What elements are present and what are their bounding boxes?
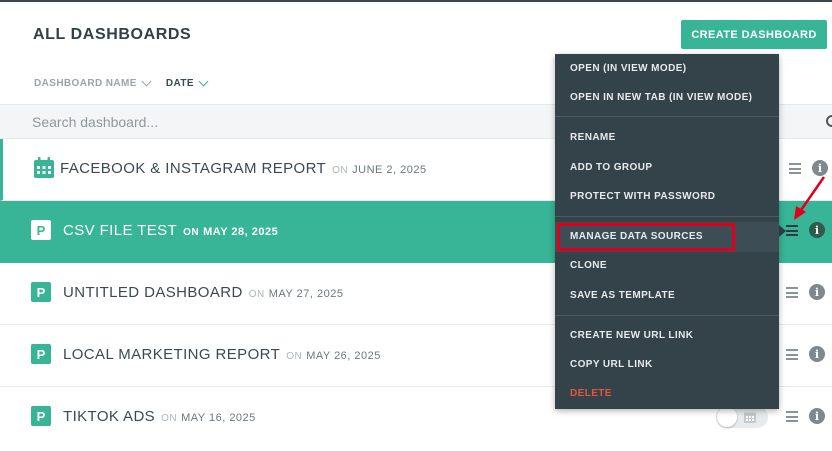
dashboard-title[interactable]: CSV FILE TEST ON MAY 28, 2025 [63, 222, 278, 239]
hamburger-menu-icon[interactable] [786, 225, 798, 236]
chevron-down-icon [141, 76, 152, 86]
hamburger-menu-icon[interactable] [786, 411, 798, 422]
dashboard-name: CSV FILE TEST [63, 222, 178, 239]
menu-item-save-template[interactable]: SAVE AS TEMPLATE [570, 290, 675, 301]
menu-item-open-new-tab[interactable]: OPEN IN NEW TAB (IN VIEW MODE) [570, 92, 752, 103]
sort-by-name[interactable]: DASHBOARD NAME [34, 76, 152, 89]
dashboard-date: MAY 27, 2025 [268, 288, 344, 300]
chevron-down-icon [198, 76, 209, 86]
menu-item-create-url-link[interactable]: CREATE NEW URL LINK [570, 330, 693, 341]
sort-by-name-label: DASHBOARD NAME [34, 77, 137, 89]
dashboard-title[interactable]: UNTITLED DASHBOARD ON MAY 27, 2025 [63, 284, 343, 301]
search-icon[interactable] [826, 115, 832, 127]
menu-item-protect-password[interactable]: PROTECT WITH PASSWORD [570, 191, 715, 202]
dashboard-name: UNTITLED DASHBOARD [63, 284, 243, 301]
on-label: ON [286, 351, 303, 362]
dashboard-p-icon: P [31, 282, 51, 302]
create-dashboard-button[interactable]: CREATE DASHBOARD [681, 20, 827, 49]
dashboard-date: MAY 28, 2025 [203, 226, 279, 238]
schedule-toggle[interactable] [716, 406, 768, 428]
hamburger-menu-icon[interactable] [786, 287, 798, 298]
annotation-highlight-box [557, 223, 735, 251]
dashboard-name: FACEBOOK & INSTAGRAM REPORT [60, 160, 327, 177]
dashboard-title[interactable]: FACEBOOK & INSTAGRAM REPORT ON JUNE 2, 202… [60, 160, 427, 177]
menu-divider [555, 116, 779, 117]
calendar-icon [34, 157, 54, 178]
dashboard-p-icon: P [31, 220, 51, 240]
info-icon[interactable]: i [809, 284, 825, 300]
on-label: ON [161, 413, 178, 424]
page-title: ALL DASHBOARDS [33, 26, 192, 43]
on-label: ON [332, 165, 349, 176]
dashboard-title[interactable]: LOCAL MARKETING REPORT ON MAY 26, 2025 [63, 346, 381, 363]
top-border [0, 0, 832, 2]
menu-item-open-view[interactable]: OPEN (IN VIEW MODE) [570, 63, 687, 74]
info-icon[interactable]: i [812, 160, 828, 176]
dashboard-p-icon: P [31, 344, 51, 364]
dashboard-title[interactable]: TIKTOK ADS ON MAY 16, 2025 [63, 408, 256, 425]
hamburger-menu-icon[interactable] [786, 349, 798, 360]
menu-item-copy-url-link[interactable]: COPY URL LINK [570, 359, 653, 370]
calendar-icon [744, 412, 756, 423]
on-label: ON [248, 289, 265, 300]
menu-item-rename[interactable]: RENAME [570, 132, 616, 143]
hamburger-menu-icon[interactable] [789, 163, 801, 174]
info-icon[interactable]: i [809, 346, 825, 362]
info-icon[interactable]: i [809, 408, 825, 424]
dashboard-name: TIKTOK ADS [63, 408, 156, 425]
dashboard-context-menu: OPEN (IN VIEW MODE) OPEN IN NEW TAB (IN … [555, 54, 779, 409]
menu-divider [555, 315, 779, 316]
toggle-knob [717, 407, 737, 427]
dashboard-date: JUNE 2, 2025 [352, 164, 427, 176]
menu-item-clone[interactable]: CLONE [570, 260, 607, 271]
annotation-arrow-icon [794, 176, 826, 220]
sort-bar: DASHBOARD NAME DATE [34, 75, 223, 91]
dashboard-p-icon: P [31, 406, 51, 426]
menu-divider [555, 216, 779, 217]
on-label: ON [183, 227, 200, 238]
sort-by-date-label: DATE [165, 77, 194, 89]
menu-pointer [779, 225, 786, 237]
search-input[interactable] [32, 113, 532, 131]
menu-item-delete[interactable]: DELETE [570, 388, 612, 399]
dashboard-name: LOCAL MARKETING REPORT [63, 346, 281, 363]
menu-item-add-to-group[interactable]: ADD TO GROUP [570, 162, 652, 173]
dashboard-date: MAY 16, 2025 [181, 412, 256, 424]
dashboard-date: MAY 26, 2025 [306, 350, 381, 362]
sort-by-date[interactable]: DATE [165, 76, 209, 89]
